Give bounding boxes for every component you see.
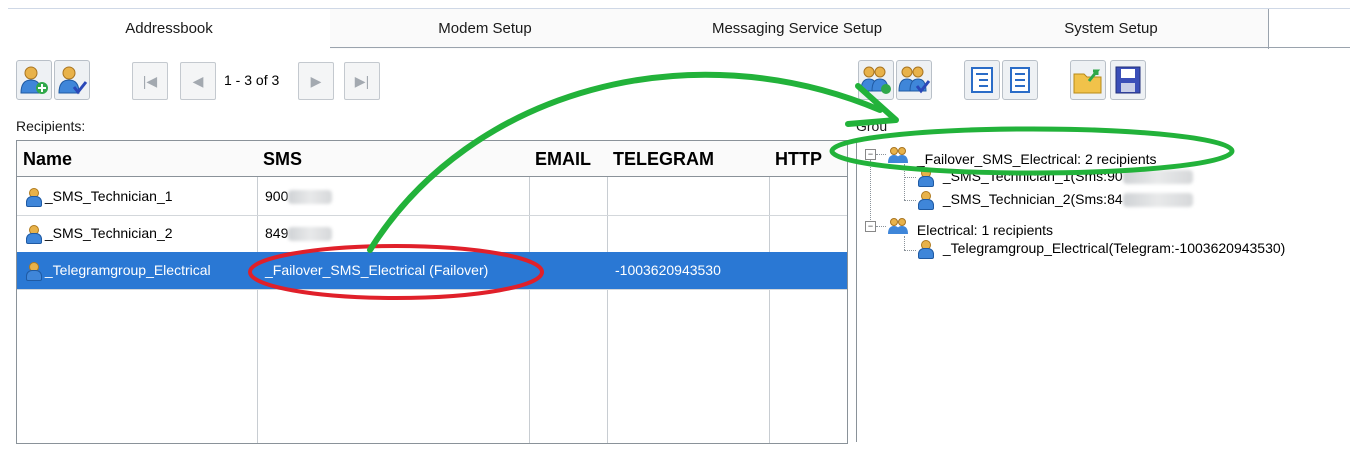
- green-highlight-ellipse: [829, 126, 1235, 176]
- red-highlight-ellipse: [248, 244, 544, 300]
- annotation-overlay: [248, 71, 1235, 300]
- green-arrow: [367, 71, 883, 253]
